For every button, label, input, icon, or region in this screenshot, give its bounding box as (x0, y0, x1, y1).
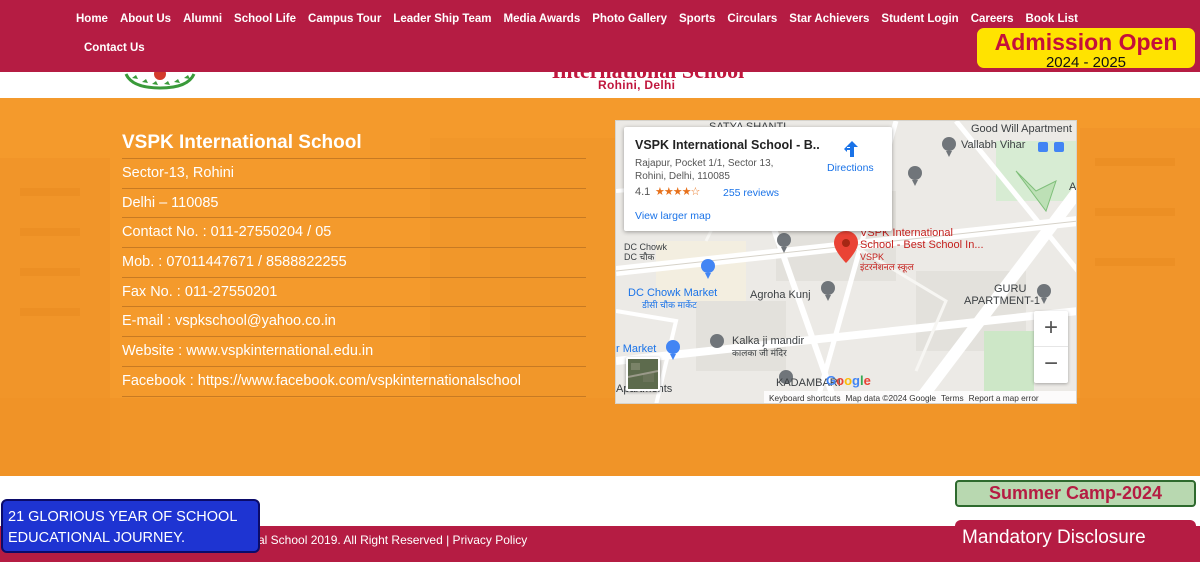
directions-icon[interactable] (842, 139, 862, 159)
map-label-market-fragment: r Market (616, 343, 657, 355)
map-label-guru-2: APARTMENT-1 (964, 295, 1040, 307)
glorious-line-2: EDUCATIONAL JOURNEY. (8, 530, 185, 546)
map-label-kalka-ji-hindi: कालका जी मंदिर (732, 348, 787, 358)
satellite-thumbnail-icon (628, 359, 658, 389)
nav-menu: Home About Us Alumni School Life Campus … (70, 8, 1130, 60)
admission-open-banner[interactable]: Admission Open 2024 - 2025 (975, 26, 1197, 70)
map-label-school-line2: School - Best School In... (860, 239, 984, 251)
nav-item-circulars[interactable]: Circulars (721, 8, 783, 31)
report-map-error-link[interactable]: Report a map error (969, 393, 1039, 403)
nav-item-contact-us[interactable]: Contact Us (78, 37, 151, 60)
map-label-kalka-ji: Kalka ji mandir (732, 335, 805, 347)
nav-item-school-life[interactable]: School Life (228, 8, 302, 31)
terms-link[interactable]: Terms (941, 393, 964, 403)
contact-details: VSPK International School Sector-13, Roh… (122, 128, 586, 397)
school-location: Rohini, Delhi (598, 78, 676, 92)
directions-link[interactable]: Directions (827, 162, 874, 174)
page: Home About Us Alumni School Life Campus … (0, 0, 1200, 562)
place-rating: 4.1 (635, 186, 651, 198)
satellite-view-toggle[interactable] (626, 357, 660, 391)
contact-email: E-mail : vspkschool@yahoo.co.in (122, 307, 586, 338)
map-label-school-line4: इंटरनेशनल स्कूल (860, 262, 914, 272)
top-nav-bar: Home About Us Alumni School Life Campus … (0, 0, 1200, 72)
contact-facebook: Facebook : https://www.facebook.com/vspk… (122, 367, 586, 397)
contact-city-line: Delhi – 110085 (122, 189, 586, 219)
contact-fax: Fax No. : 011-27550201 (122, 278, 586, 308)
keyboard-shortcuts-link[interactable]: Keyboard shortcuts (769, 393, 840, 403)
place-info-card: VSPK International School - B... Rajapur… (624, 127, 892, 231)
reviews-link[interactable]: 255 reviews (723, 187, 779, 199)
copyright-text: al School 2019. All Right Reserved | Pri… (258, 533, 528, 547)
contact-section: VSPK International School Sector-13, Roh… (0, 98, 1200, 476)
map-zoom-controls: + − (1034, 311, 1068, 383)
google-map-embed[interactable]: SATYA SHANTI Good Will Apartment Vallabh… (615, 120, 1077, 404)
glorious-line-1: 21 GLORIOUS YEAR OF SCHOOL (8, 509, 238, 525)
mandatory-disclosure-link[interactable]: Mandatory Disclosure (962, 527, 1146, 549)
zoom-in-button[interactable]: + (1034, 311, 1068, 347)
map-footer: Keyboard shortcuts Map data ©2024 Google… (764, 391, 1076, 403)
header-strip: International School Rohini, Delhi (0, 72, 1200, 98)
rating-stars-icon: ★★★★☆ (655, 186, 700, 198)
map-label-dc-chowk-market: DC Chowk Market (628, 287, 718, 299)
nav-item-photo-gallery[interactable]: Photo Gallery (586, 8, 673, 31)
nav-item-student-login[interactable]: Student Login (875, 8, 964, 31)
map-label-goodwill: Good Will Apartment (971, 123, 1072, 135)
google-logo: Google (826, 373, 871, 388)
nav-item-home[interactable]: Home (70, 8, 114, 31)
contact-mobile: Mob. : 07011447671 / 8588822255 (122, 248, 586, 278)
nav-item-campus-tour[interactable]: Campus Tour (302, 8, 387, 31)
contact-address-line: Sector-13, Rohini (122, 159, 586, 189)
map-label-agroha-kunj: Agroha Kunj (750, 289, 811, 301)
nav-item-star-achievers[interactable]: Star Achievers (783, 8, 875, 31)
contact-school-name: VSPK International School (122, 128, 586, 159)
admission-title: Admission Open (994, 29, 1178, 55)
map-data-credit: Map data ©2024 Google (845, 393, 937, 403)
map-label-dc-chowk-market-hindi: डीसी चौक मार्केट (642, 300, 697, 310)
contact-phone: Contact No. : 011-27550204 / 05 (122, 218, 586, 249)
map-label-guru-1: GURU (994, 283, 1027, 295)
school-logo-icon (124, 72, 196, 90)
map-label-vallabh-vihar: Vallabh Vihar (961, 139, 1026, 151)
admission-year: 2024 - 2025 (1045, 54, 1127, 71)
zoom-out-button[interactable]: − (1034, 347, 1068, 383)
place-address: Rajapur, Pocket 1/1, Sector 13, Rohini, … (635, 158, 774, 182)
nav-item-about-us[interactable]: About Us (114, 8, 177, 31)
nav-item-sports[interactable]: Sports (673, 8, 721, 31)
nav-item-leadership-team[interactable]: Leader Ship Team (387, 8, 497, 31)
place-name: VSPK International School - B... (635, 138, 820, 152)
nav-item-media-awards[interactable]: Media Awards (498, 8, 587, 31)
nav-item-alumni[interactable]: Alumni (177, 8, 228, 31)
glorious-year-banner: 21 GLORIOUS YEAR OF SCHOOL EDUCATIONAL J… (1, 499, 260, 553)
map-label-dc-chowk-hindi: DC चौक (624, 252, 655, 262)
summer-camp-banner[interactable]: Summer Camp-2024 (955, 480, 1196, 507)
map-label-edge-a: A (1069, 181, 1077, 193)
view-larger-map-link[interactable]: View larger map (635, 210, 711, 222)
contact-website: Website : www.vspkinternational.edu.in (122, 337, 586, 367)
